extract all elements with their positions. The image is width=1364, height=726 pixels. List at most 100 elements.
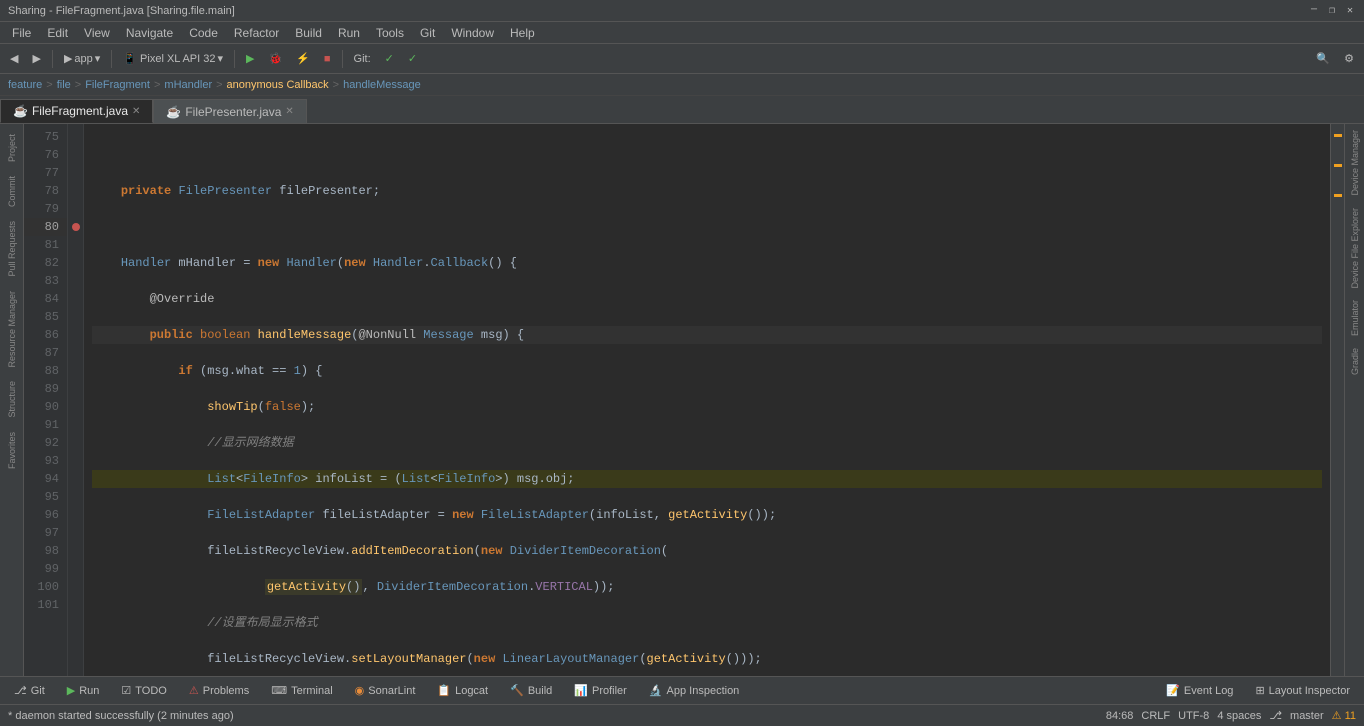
menu-build[interactable]: Build bbox=[287, 24, 330, 42]
gutter-84 bbox=[68, 290, 84, 308]
bottom-sonarlint[interactable]: ◉ SonarLint bbox=[345, 681, 426, 700]
gutter-95 bbox=[68, 488, 84, 506]
code-line-86: fileListRecycleView.addItemDecoration(ne… bbox=[92, 542, 1322, 560]
menu-refactor[interactable]: Refactor bbox=[226, 24, 287, 42]
git-button[interactable]: Git: bbox=[348, 51, 377, 67]
run-config-icon: ▶ bbox=[64, 52, 72, 65]
maximize-button[interactable]: ❐ bbox=[1326, 5, 1338, 17]
terminal-icon: ⌨ bbox=[271, 684, 287, 697]
forward-button[interactable]: ▶ bbox=[26, 50, 46, 67]
gutter-101 bbox=[68, 596, 84, 614]
line-87: 87 bbox=[24, 344, 67, 362]
warnings-count[interactable]: ⚠ 11 bbox=[1332, 709, 1356, 722]
line-94: 94 bbox=[24, 470, 67, 488]
code-area[interactable]: 75 76 77 78 79 80 81 82 83 84 85 86 87 8… bbox=[24, 124, 1344, 676]
toolbar-separator-1 bbox=[52, 50, 53, 68]
status-bar: * daemon started successfully (2 minutes… bbox=[0, 704, 1364, 726]
stop-button[interactable]: ■ bbox=[318, 51, 337, 67]
menu-view[interactable]: View bbox=[76, 24, 118, 42]
bottom-app-inspection[interactable]: 🔬 App Inspection bbox=[639, 681, 749, 700]
warning-marker-1 bbox=[1334, 134, 1342, 137]
line-91: 91 bbox=[24, 416, 67, 434]
sidebar-device-manager[interactable]: Device Manager bbox=[1348, 124, 1362, 202]
breadcrumb-file[interactable]: file bbox=[57, 79, 71, 91]
code-line-80: public boolean handleMessage(@NonNull Me… bbox=[92, 326, 1322, 344]
line-95: 95 bbox=[24, 488, 67, 506]
menu-window[interactable]: Window bbox=[443, 24, 502, 42]
gutter-77 bbox=[68, 164, 84, 182]
encoding[interactable]: UTF-8 bbox=[1178, 710, 1209, 722]
tab-filepresenter[interactable]: ☕ FilePresenter.java ✕ bbox=[153, 99, 306, 123]
breadcrumb: feature > file > FileFragment > mHandler… bbox=[0, 74, 1364, 96]
tab-java-icon: ☕ bbox=[13, 104, 28, 118]
sidebar-gradle[interactable]: Gradle bbox=[1348, 342, 1362, 381]
tab-filefragment[interactable]: ☕ FileFragment.java ✕ bbox=[0, 99, 153, 123]
tab-close-filefragment[interactable]: ✕ bbox=[132, 106, 140, 117]
close-button[interactable]: ✕ bbox=[1344, 5, 1356, 17]
bottom-terminal[interactable]: ⌨ Terminal bbox=[261, 681, 342, 700]
menu-git[interactable]: Git bbox=[412, 24, 443, 42]
search-everywhere[interactable]: 🔍 bbox=[1310, 50, 1336, 67]
line-85: 85 bbox=[24, 308, 67, 326]
gutter-83 bbox=[68, 272, 84, 290]
line-89: 89 bbox=[24, 380, 67, 398]
gutter-80[interactable] bbox=[68, 218, 84, 236]
sidebar-commit[interactable]: Commit bbox=[5, 170, 19, 213]
menu-file[interactable]: File bbox=[4, 24, 39, 42]
bottom-layout-inspector[interactable]: ⊞ Layout Inspector bbox=[1245, 681, 1360, 700]
tab-java-icon-2: ☕ bbox=[166, 105, 181, 119]
gutter-93 bbox=[68, 452, 84, 470]
gutter-89 bbox=[68, 380, 84, 398]
git-check[interactable]: ✓ bbox=[379, 50, 400, 67]
inspection-icon: 🔬 bbox=[649, 684, 663, 697]
sidebar-device-explorer[interactable]: Device File Explorer bbox=[1348, 202, 1362, 295]
cursor-position[interactable]: 84:68 bbox=[1106, 710, 1134, 722]
run-button[interactable]: ▶ bbox=[240, 50, 260, 67]
debug-button[interactable]: 🐞 bbox=[262, 50, 288, 67]
menu-navigate[interactable]: Navigate bbox=[118, 24, 181, 42]
attach-button[interactable]: ⚡ bbox=[290, 50, 316, 67]
menu-run[interactable]: Run bbox=[330, 24, 368, 42]
bottom-run[interactable]: ▶ Run bbox=[57, 681, 110, 700]
right-margin-scrollbar[interactable] bbox=[1330, 124, 1344, 676]
breadcrumb-mhandler[interactable]: mHandler bbox=[164, 79, 212, 91]
breadcrumb-handlemessage[interactable]: handleMessage bbox=[343, 79, 421, 91]
bottom-profiler[interactable]: 📊 Profiler bbox=[564, 681, 637, 700]
sidebar-resource-manager[interactable]: Resource Manager bbox=[5, 285, 19, 374]
line-ending[interactable]: CRLF bbox=[1141, 710, 1170, 722]
breadcrumb-fragment[interactable]: FileFragment bbox=[85, 79, 150, 91]
sidebar-favorites[interactable]: Favorites bbox=[5, 426, 19, 475]
sidebar-pull-requests[interactable]: Pull Requests bbox=[5, 215, 19, 283]
bottom-todo[interactable]: ☑ TODO bbox=[111, 681, 176, 700]
bottom-build[interactable]: 🔨 Build bbox=[500, 681, 562, 700]
title-text: Sharing - FileFragment.java [Sharing.fil… bbox=[8, 5, 235, 17]
build-icon: 🔨 bbox=[510, 684, 524, 697]
menu-tools[interactable]: Tools bbox=[368, 24, 412, 42]
line-76: 76 bbox=[24, 146, 67, 164]
branch-name[interactable]: master bbox=[1290, 710, 1324, 722]
breadcrumb-feature[interactable]: feature bbox=[8, 79, 42, 91]
menu-bar: File Edit View Navigate Code Refactor Bu… bbox=[0, 22, 1364, 44]
run-config-dropdown[interactable]: ▶ app ▾ bbox=[58, 50, 106, 67]
tabs-bar: ☕ FileFragment.java ✕ ☕ FilePresenter.ja… bbox=[0, 96, 1364, 124]
sidebar-project[interactable]: Project bbox=[5, 128, 19, 168]
gutter-87 bbox=[68, 344, 84, 362]
settings-button[interactable]: ⚙ bbox=[1338, 50, 1360, 67]
git-check2[interactable]: ✓ bbox=[402, 50, 423, 67]
bottom-logcat[interactable]: 📋 Logcat bbox=[427, 681, 498, 700]
bottom-git[interactable]: ⎇ Git bbox=[4, 681, 55, 700]
tab-close-filepresenter[interactable]: ✕ bbox=[285, 106, 293, 117]
back-button[interactable]: ◀ bbox=[4, 50, 24, 67]
code-lines[interactable]: private FilePresenter filePresenter; Han… bbox=[84, 124, 1330, 676]
bottom-problems[interactable]: ⚠ Problems bbox=[179, 681, 259, 700]
menu-code[interactable]: Code bbox=[181, 24, 226, 42]
device-dropdown[interactable]: 📱 Pixel XL API 32 ▾ bbox=[117, 50, 229, 67]
bottom-event-log[interactable]: 📝 Event Log bbox=[1156, 681, 1243, 700]
menu-edit[interactable]: Edit bbox=[39, 24, 76, 42]
breadcrumb-callback[interactable]: anonymous Callback bbox=[227, 79, 329, 91]
sidebar-structure[interactable]: Structure bbox=[5, 375, 19, 424]
indent[interactable]: 4 spaces bbox=[1217, 710, 1261, 722]
minimize-button[interactable]: ─ bbox=[1308, 5, 1320, 17]
sidebar-emulator[interactable]: Emulator bbox=[1348, 294, 1362, 342]
menu-help[interactable]: Help bbox=[502, 24, 543, 42]
